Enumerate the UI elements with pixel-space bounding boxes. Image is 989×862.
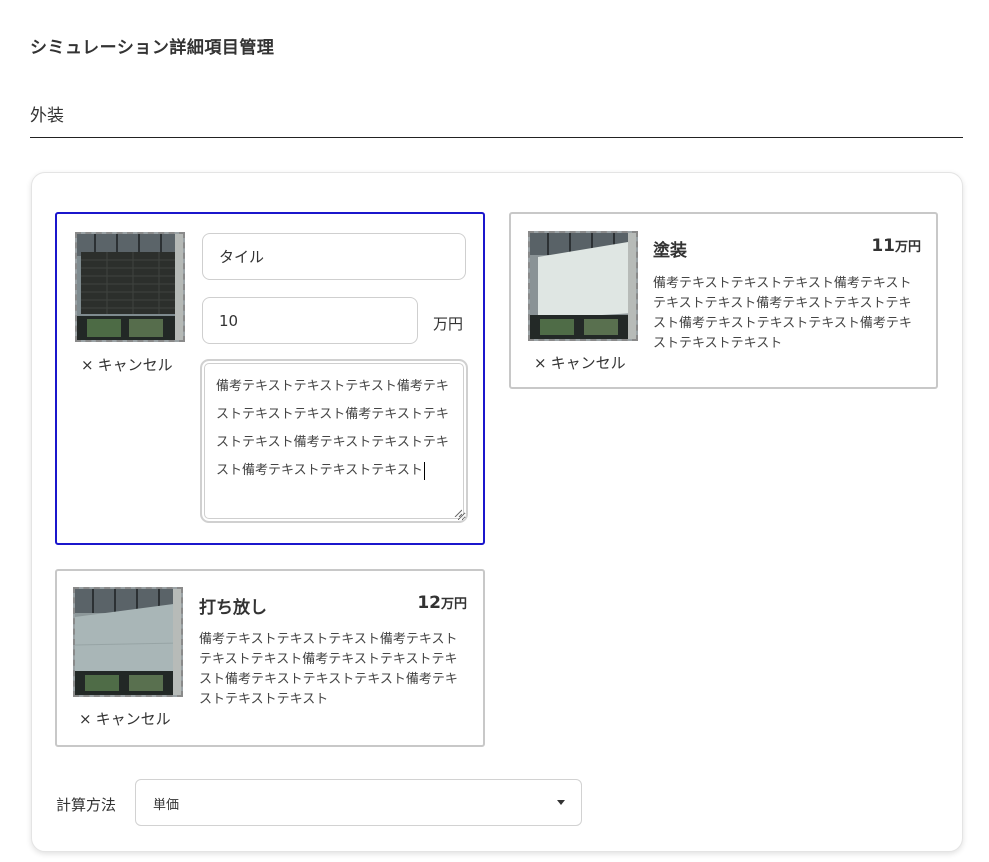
item-card[interactable]: × キャンセル 塗装 11万円 備考テキストテキストテキスト備考テキストテキストテ…	[509, 212, 938, 389]
item-price: 12万円	[417, 593, 467, 613]
price-unit: 万円	[894, 240, 921, 255]
section-title: 外装	[30, 106, 64, 126]
item-note: 備考テキストテキストテキスト備考テキストテキストテキスト備考テキストテキストテキ…	[653, 276, 912, 351]
cancel-label: キャンセル	[97, 356, 173, 374]
resize-handle-icon[interactable]	[454, 509, 462, 517]
item-price-input[interactable]	[202, 297, 418, 344]
item-thumbnail[interactable]	[528, 231, 638, 341]
item-note-textarea[interactable]: 備考テキストテキストテキスト備考テキストテキストテキスト備考テキストテキストテキ…	[200, 359, 468, 523]
close-x-icon: ×	[79, 710, 92, 728]
price-unit: 万円	[440, 597, 467, 612]
calc-method-label: 計算方法	[56, 796, 117, 814]
caret-down-icon	[557, 800, 565, 805]
page-title: シミュレーション詳細項目管理	[30, 38, 275, 58]
item-name-input[interactable]	[202, 233, 466, 280]
price-number: 11	[871, 236, 895, 256]
close-x-icon: ×	[81, 356, 94, 374]
calc-method-select[interactable]: 単価	[135, 779, 582, 826]
section-divider	[30, 137, 963, 138]
text-caret	[423, 461, 425, 480]
item-thumbnail[interactable]	[75, 232, 185, 342]
note-text: 備考テキストテキストテキスト備考テキストテキストテキスト備考テキストテキストテキ…	[216, 379, 449, 478]
close-x-icon: ×	[534, 354, 547, 372]
cancel-label: キャンセル	[550, 354, 626, 372]
calc-method-value: 単価	[153, 798, 180, 813]
cancel-label: キャンセル	[95, 710, 171, 728]
cancel-image-button[interactable]: × キャンセル	[79, 708, 171, 729]
item-name: 塗装	[653, 241, 687, 261]
item-thumbnail[interactable]	[73, 587, 183, 697]
item-name: 打ち放し	[199, 598, 267, 618]
cancel-image-button[interactable]: × キャンセル	[81, 354, 173, 375]
item-card[interactable]: × キャンセル 打ち放し 12万円 備考テキストテキストテキスト備考テキストテキス…	[55, 569, 485, 747]
cancel-image-button[interactable]: × キャンセル	[534, 352, 626, 373]
price-unit: 万円	[433, 315, 464, 333]
price-number: 12	[417, 593, 441, 613]
item-card-editing[interactable]: ×キャンセル 万円 備考テキストテキストテキスト備考テキストテキストテキスト備考…	[55, 212, 485, 545]
item-price: 11万円	[871, 236, 921, 256]
item-note: 備考テキストテキストテキスト備考テキストテキストテキスト備考テキストテキストテキ…	[199, 632, 458, 707]
